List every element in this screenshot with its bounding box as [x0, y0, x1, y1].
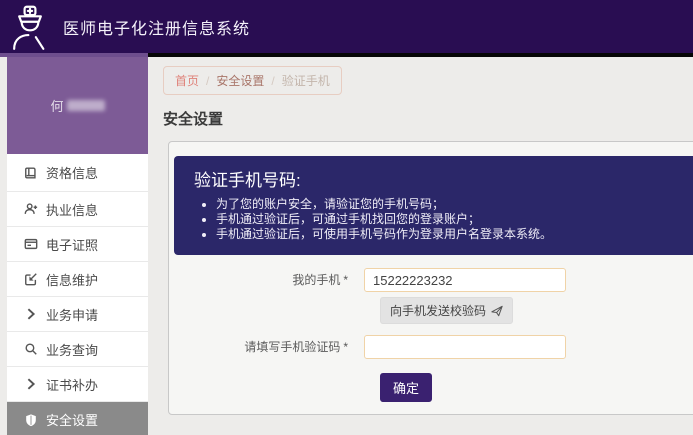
- info-bullet-list: 为了您的账户安全，请验证您的手机号码； 手机通过验证后，可通过手机找回您的登录账…: [198, 197, 687, 242]
- required-mark: *: [343, 273, 348, 287]
- send-verification-code-button[interactable]: 向手机发送校验码: [380, 297, 513, 324]
- info-bullet: 手机通过验证后，可使用手机号码作为登录用户名登录本系统。: [216, 227, 687, 242]
- code-field-label: 请填写手机验证码*: [174, 335, 364, 359]
- info-bullet: 手机通过验证后，可通过手机找回您的登录账户；: [216, 212, 687, 227]
- breadcrumb-home-link[interactable]: 首页: [175, 72, 199, 89]
- book-icon: [24, 166, 38, 180]
- search-icon: [24, 342, 38, 356]
- phone-input[interactable]: [364, 268, 566, 292]
- sidebar: 何 资格信息 执业信息 电子证照: [7, 57, 148, 435]
- sidebar-menu: 资格信息 执业信息 电子证照 信息维护: [7, 154, 148, 435]
- main-content: 首页 / 安全设置 / 验证手机 安全设置 验证手机号码: 为了您的账户安全，请…: [148, 57, 693, 415]
- required-mark: *: [343, 340, 348, 354]
- sidebar-item-label: 信息维护: [46, 270, 98, 289]
- sidebar-item-info-maintenance[interactable]: 信息维护: [7, 262, 148, 297]
- verification-code-input[interactable]: [364, 335, 566, 359]
- sidebar-item-label: 电子证照: [46, 235, 98, 254]
- doctor-logo-icon: [10, 5, 50, 51]
- breadcrumb-security-settings-link[interactable]: 安全设置: [216, 72, 264, 89]
- header-divider: [0, 53, 693, 57]
- person-plus-icon: [24, 202, 38, 216]
- redacted-username: [67, 100, 105, 111]
- verify-phone-form: 我的手机* 向手机发送校验码 请填写手机验证码* 确定: [174, 268, 693, 402]
- chevron-right-icon: [24, 307, 38, 321]
- sidebar-item-label: 证书补办: [46, 375, 98, 394]
- sidebar-item-label: 业务查询: [46, 340, 98, 359]
- sidebar-item-e-certificate[interactable]: 电子证照: [7, 227, 148, 262]
- username-visible-text: 何: [50, 96, 63, 115]
- send-button-label: 向手机发送校验码: [390, 302, 486, 319]
- breadcrumb: 首页 / 安全设置 / 验证手机: [163, 66, 342, 95]
- sidebar-item-security-settings[interactable]: 安全设置: [7, 402, 148, 435]
- sidebar-item-business-application[interactable]: 业务申请: [7, 297, 148, 332]
- sidebar-item-label: 执业信息: [46, 200, 98, 219]
- sidebar-item-label: 业务申请: [46, 305, 98, 324]
- sidebar-item-business-query[interactable]: 业务查询: [7, 332, 148, 367]
- phone-field-label: 我的手机*: [174, 268, 364, 292]
- info-bullet: 为了您的账户安全，请验证您的手机号码；: [216, 197, 687, 212]
- breadcrumb-separator: /: [206, 74, 209, 88]
- app-header: 医师电子化注册信息系统: [0, 0, 693, 53]
- content-panel: 验证手机号码: 为了您的账户安全，请验证您的手机号码； 手机通过验证后，可通过手…: [168, 141, 693, 415]
- sidebar-item-label: 资格信息: [46, 163, 98, 182]
- edit-icon: [24, 272, 38, 286]
- sidebar-item-practice-info[interactable]: 执业信息: [7, 192, 148, 227]
- send-icon: [491, 305, 503, 317]
- info-box-title: 验证手机号码:: [194, 166, 687, 191]
- sidebar-item-label: 安全设置: [46, 410, 98, 429]
- sidebar-accent-strip: [0, 53, 148, 57]
- confirm-button[interactable]: 确定: [380, 373, 432, 402]
- verify-phone-info-box: 验证手机号码: 为了您的账户安全，请验证您的手机号码； 手机通过验证后，可通过手…: [174, 156, 693, 255]
- breadcrumb-separator: /: [271, 74, 274, 88]
- sidebar-item-certificate-reissue[interactable]: 证书补办: [7, 367, 148, 402]
- sidebar-item-qualification-info[interactable]: 资格信息: [7, 154, 148, 192]
- username: 何: [50, 96, 104, 115]
- chevron-right-icon: [24, 377, 38, 391]
- app-title: 医师电子化注册信息系统: [63, 15, 250, 39]
- user-panel: 何: [7, 57, 148, 154]
- id-card-icon: [24, 237, 38, 251]
- shield-icon: [24, 413, 38, 427]
- page-title: 安全设置: [163, 108, 693, 129]
- breadcrumb-current-page: 验证手机: [282, 72, 330, 89]
